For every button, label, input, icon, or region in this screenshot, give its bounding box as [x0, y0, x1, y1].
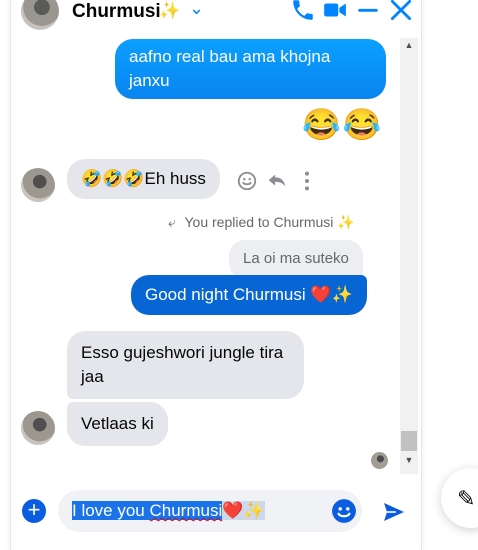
reply-note-emoji: ✨ — [337, 214, 355, 230]
heart-emoji: ❤️ — [222, 501, 244, 520]
scroll-up-arrow[interactable]: ▲ — [400, 40, 418, 54]
minimize-icon[interactable] — [355, 0, 381, 23]
incoming-message[interactable]: Esso gujeshwori jungle tira jaa — [67, 331, 304, 399]
reply-indicator: ⤶ You replied to Churmusi ✨ — [168, 214, 355, 231]
reply-arrow-icon: ⤶ — [168, 214, 176, 230]
video-icon[interactable] — [322, 0, 348, 23]
chevron-down-icon[interactable]: ⌄ — [189, 0, 204, 19]
reply-note-text: You replied to Churmusi — [184, 214, 334, 230]
outgoing-emoji-message[interactable]: 😂😂 — [302, 106, 383, 143]
incoming-message[interactable]: 🤣🤣🤣Eh huss — [67, 159, 220, 199]
message-input[interactable]: I love you Churmusi❤️✨ — [58, 490, 362, 532]
selected-text-misspelled: Churmusi — [149, 501, 223, 520]
contact-avatar-small[interactable] — [21, 168, 55, 202]
contact-avatar-small[interactable] — [21, 411, 55, 445]
scrollbar-thumb[interactable] — [401, 431, 417, 451]
message-input-text[interactable]: I love you Churmusi❤️✨ — [72, 501, 265, 521]
more-options-icon[interactable] — [303, 170, 311, 192]
close-icon[interactable] — [388, 0, 414, 23]
contact-name[interactable]: Churmusi — [72, 1, 161, 23]
message-composer: + I love you Churmusi❤️✨ — [11, 482, 421, 550]
react-emoji-icon[interactable] — [236, 170, 258, 192]
outgoing-message[interactable]: aafno real bau ama khojna janxu — [115, 39, 386, 99]
name-emoji: ✨ — [159, 1, 181, 20]
scroll-down-arrow[interactable]: ▼ — [400, 455, 418, 469]
reply-icon[interactable] — [266, 170, 288, 192]
chat-header: Churmusi ✨ ⌄ — [11, 0, 421, 34]
outgoing-reply-message[interactable]: Good night Churmusi ❤️✨ — [131, 275, 367, 315]
new-message-button[interactable]: ✎ — [441, 468, 478, 528]
compose-icon: ✎ — [457, 486, 476, 511]
send-icon[interactable] — [381, 500, 407, 524]
add-icon[interactable]: + — [22, 499, 46, 523]
sparkles-emoji: ✨ — [243, 501, 265, 520]
quoted-message[interactable]: La oi ma suteko — [229, 240, 363, 279]
scrollbar-track[interactable] — [400, 38, 418, 474]
seen-indicator-avatar — [371, 452, 388, 469]
selected-text: I love you — [72, 501, 150, 520]
contact-avatar[interactable] — [21, 0, 59, 30]
phone-icon[interactable] — [290, 0, 316, 23]
incoming-message[interactable]: Vetlaas ki — [67, 402, 168, 446]
emoji-picker-icon[interactable] — [331, 498, 357, 524]
chat-window: Churmusi ✨ ⌄ ▲ ▼ aafno real bau ama khoj… — [10, 0, 422, 550]
